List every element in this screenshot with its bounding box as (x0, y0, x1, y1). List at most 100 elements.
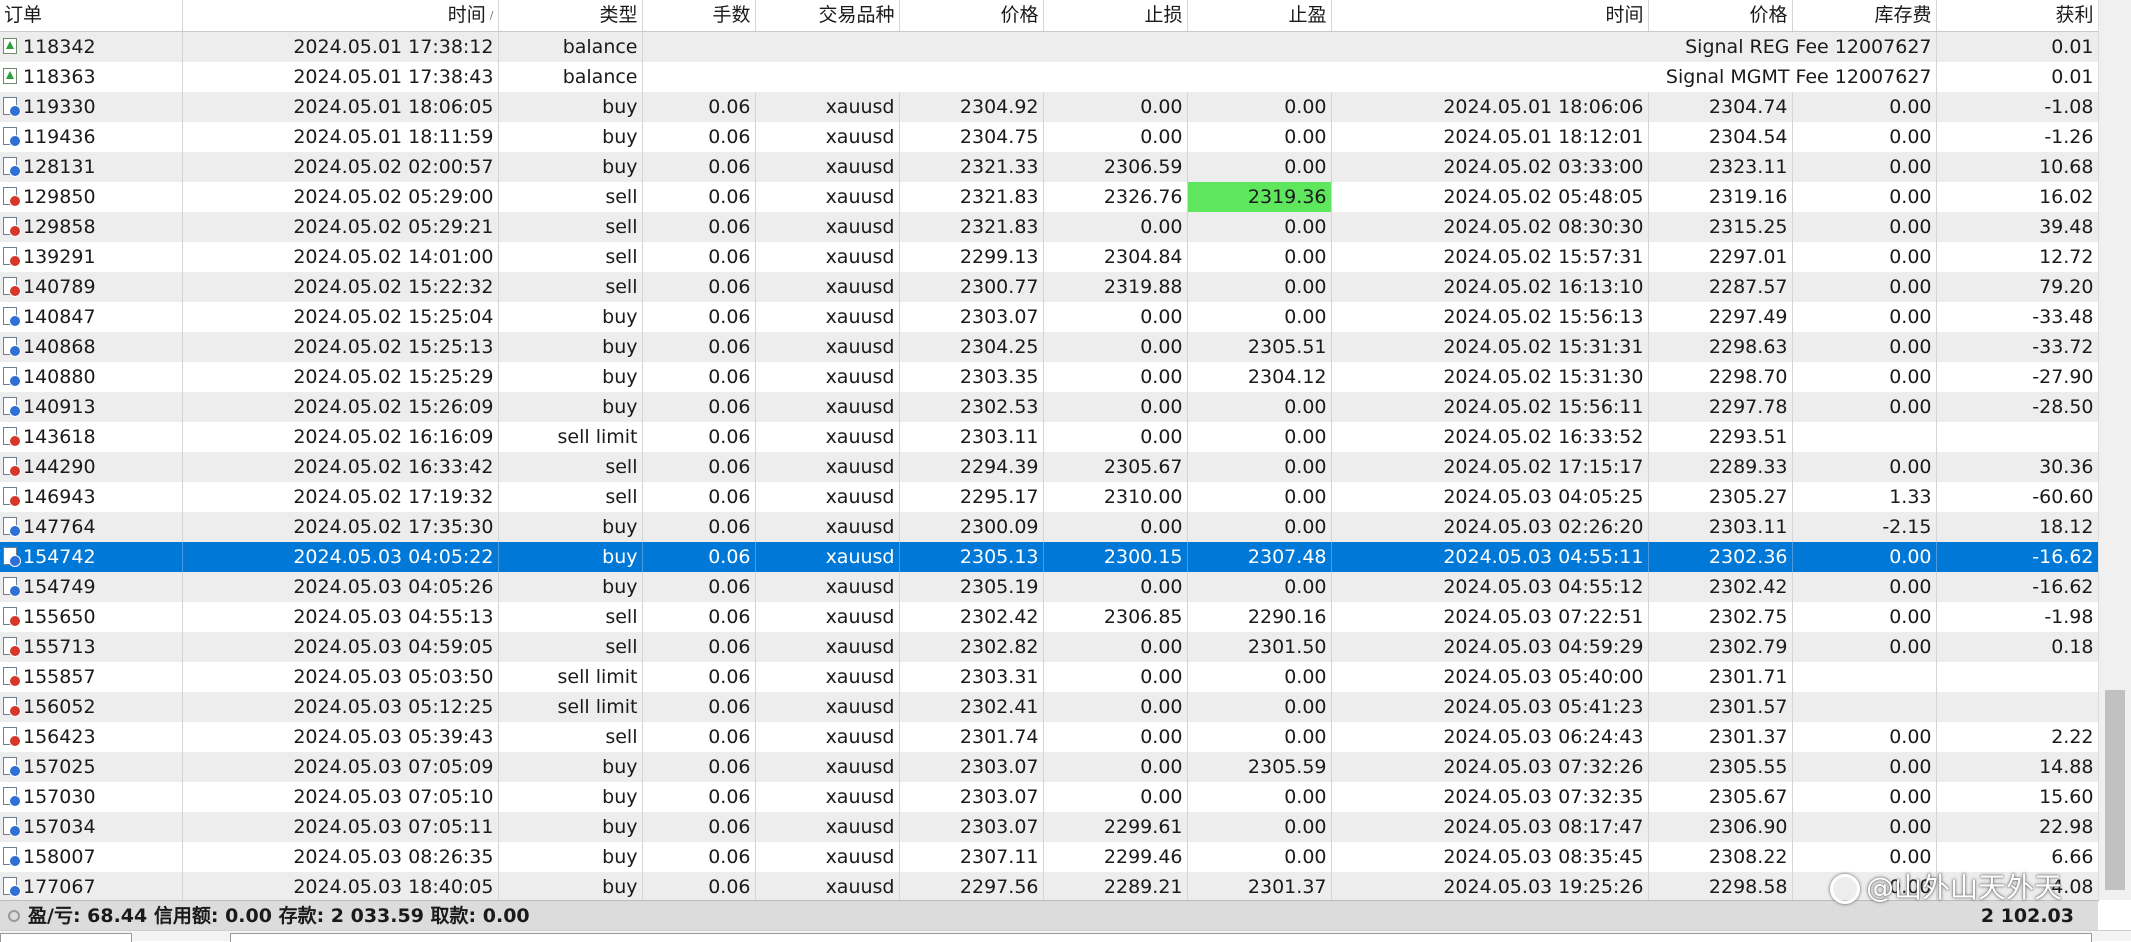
order-status-dot-icon (9, 675, 21, 687)
table-row[interactable]: 154742 2024.05.03 04:05:22 buy 0.06 xauusd 23… (0, 541, 2099, 572)
table-row[interactable]: 177067 2024.05.03 18:40:05 buy 0.06 xauusd 22… (0, 871, 2099, 902)
cell-sl: 0.00 (1043, 391, 1188, 422)
cell-swap: 0.00 (1792, 391, 1937, 422)
col-header-order[interactable]: 订单 (0, 0, 183, 32)
cell-close-time: 2024.05.02 08:30:30 (1331, 211, 1649, 242)
cell-close-time: 2024.05.02 15:31:31 (1331, 331, 1649, 362)
table-row[interactable]: 157030 2024.05.03 07:05:10 buy 0.06 xauusd 23… (0, 781, 2099, 812)
table-row[interactable]: 144290 2024.05.02 16:33:42 sell 0.06 xauusd 2… (0, 451, 2099, 482)
col-header-close-time[interactable]: 时间 (1331, 0, 1649, 32)
table-row[interactable]: 157025 2024.05.03 07:05:09 buy 0.06 xauusd 23… (0, 751, 2099, 782)
table-row[interactable]: 147764 2024.05.02 17:35:30 buy 0.06 xauusd 23… (0, 511, 2099, 542)
cell-sl: 0.00 (1043, 331, 1188, 362)
col-header-symbol[interactable]: 交易品种 (755, 0, 900, 32)
cell-close-price: 2302.42 (1648, 571, 1793, 602)
cell-tp: 0.00 (1187, 271, 1332, 302)
table-row[interactable]: 140868 2024.05.02 15:25:13 buy 0.06 xauusd 23… (0, 331, 2099, 362)
cell-type: buy (498, 301, 643, 332)
table-row[interactable]: 140880 2024.05.02 15:25:29 buy 0.06 xauusd 23… (0, 361, 2099, 392)
table-row[interactable]: 118342 2024.05.01 17:38:12 balance Signal R… (0, 31, 2099, 62)
table-row[interactable]: 140913 2024.05.02 15:26:09 buy 0.06 xauusd 23… (0, 391, 2099, 422)
col-header-sl[interactable]: 止损 (1043, 0, 1188, 32)
col-header-tp[interactable]: 止盈 (1187, 0, 1332, 32)
cell-sl: 2300.15 (1043, 541, 1188, 572)
table-row[interactable]: 157034 2024.05.03 07:05:11 buy 0.06 xauusd 23… (0, 811, 2099, 842)
vertical-scrollbar[interactable] (2098, 0, 2131, 900)
table-row[interactable]: 139291 2024.05.02 14:01:00 sell 0.06 xauusd 2… (0, 241, 2099, 272)
cell-price: 2305.19 (899, 571, 1044, 602)
cell-tp: 0.00 (1187, 511, 1332, 542)
cell-tp: 0.00 (1187, 91, 1332, 122)
bottom-tab-wide[interactable] (230, 933, 2092, 942)
col-header-profit[interactable]: 获利 (1936, 0, 2099, 32)
cell-close-time: 2024.05.02 05:48:05 (1331, 181, 1649, 212)
cell-close-time: 2024.05.03 05:41:23 (1331, 691, 1649, 722)
cell-tp: 0.00 (1187, 481, 1332, 512)
cell-type: sell (498, 451, 643, 482)
order-number: 157025 (23, 755, 96, 778)
cell-profit: 14.88 (1936, 751, 2099, 782)
cell-close-price: 2287.57 (1648, 271, 1793, 302)
table-row[interactable]: 118363 2024.05.01 17:38:43 balance Signal M… (0, 61, 2099, 92)
cell-volume: 0.06 (642, 271, 756, 302)
scrollbar-thumb[interactable] (2105, 690, 2125, 890)
col-header-close-price[interactable]: 价格 (1648, 0, 1793, 32)
table-row[interactable]: 146943 2024.05.02 17:19:32 sell 0.06 xauusd 2… (0, 481, 2099, 512)
cell-open-time: 2024.05.03 07:05:09 (182, 751, 499, 782)
col-header-price[interactable]: 价格 (899, 0, 1044, 32)
cell-tp: 0.00 (1187, 841, 1332, 872)
cell-profit: 15.60 (1936, 781, 2099, 812)
table-row[interactable]: 155650 2024.05.03 04:55:13 sell 0.06 xauusd 2… (0, 601, 2099, 632)
table-row[interactable]: 129850 2024.05.02 05:29:00 sell 0.06 xauusd 2… (0, 181, 2099, 212)
cell-type: balance (498, 31, 643, 62)
cell-open-time: 2024.05.02 15:26:09 (182, 391, 499, 422)
cell-open-time: 2024.05.02 16:16:09 (182, 421, 499, 452)
cell-sl: 0.00 (1043, 121, 1188, 152)
cell-price: 2301.74 (899, 721, 1044, 752)
table-row[interactable]: 143618 2024.05.02 16:16:09 sell limit 0.06 x… (0, 421, 2099, 452)
table-row[interactable]: 156423 2024.05.03 05:39:43 sell 0.06 xauusd 2… (0, 721, 2099, 752)
cell-symbol: xauusd (755, 421, 900, 452)
order-number: 140789 (23, 275, 96, 298)
cell-type: buy (498, 361, 643, 392)
order-status-dot-icon (9, 255, 21, 267)
table-row[interactable]: 128131 2024.05.02 02:00:57 buy 0.06 xauusd 23… (0, 151, 2099, 182)
cell-close-price: 2304.54 (1648, 121, 1793, 152)
order-number: 118342 (23, 35, 96, 58)
cell-sl: 0.00 (1043, 661, 1188, 692)
col-header-open-time[interactable]: 时间 / (182, 0, 499, 32)
cell-price: 2294.39 (899, 451, 1044, 482)
cell-close-price: 2306.90 (1648, 811, 1793, 842)
cell-type: sell limit (498, 691, 643, 722)
table-row[interactable]: 155713 2024.05.03 04:59:05 sell 0.06 xauusd 2… (0, 631, 2099, 662)
buy-order-icon (3, 547, 21, 567)
buy-order-icon (3, 577, 21, 597)
col-header-swap[interactable]: 库存费 (1792, 0, 1937, 32)
table-row[interactable]: 140789 2024.05.02 15:22:32 sell 0.06 xauusd 2… (0, 271, 2099, 302)
table-row[interactable]: 155857 2024.05.03 05:03:50 sell limit 0.06 x… (0, 661, 2099, 692)
cell-profit: -16.62 (1936, 541, 2099, 572)
order-number: 156423 (23, 725, 96, 748)
order-number: 128131 (23, 155, 96, 178)
cell-open-time: 2024.05.02 02:00:57 (182, 151, 499, 182)
cell-tp: 0.00 (1187, 421, 1332, 452)
cell-symbol: xauusd (755, 781, 900, 812)
col-header-volume[interactable]: 手数 (642, 0, 756, 32)
cell-order: 155713 (0, 631, 183, 662)
order-number: 118363 (23, 65, 96, 88)
cell-sl: 0.00 (1043, 721, 1188, 752)
table-row[interactable]: 129858 2024.05.02 05:29:21 sell 0.06 xauusd 2… (0, 211, 2099, 242)
bottom-tab[interactable] (0, 933, 132, 942)
cell-profit (1936, 421, 2099, 452)
buy-order-icon (3, 787, 21, 807)
order-status-dot-icon (9, 135, 21, 147)
table-row[interactable]: 119436 2024.05.01 18:11:59 buy 0.06 xauusd 23… (0, 121, 2099, 152)
table-row[interactable]: 154749 2024.05.03 04:05:26 buy 0.06 xauusd 23… (0, 571, 2099, 602)
table-row[interactable]: 156052 2024.05.03 05:12:25 sell limit 0.06 x… (0, 691, 2099, 722)
col-header-type[interactable]: 类型 (498, 0, 643, 32)
table-row[interactable]: 119330 2024.05.01 18:06:05 buy 0.06 xauusd 23… (0, 91, 2099, 122)
order-number: 129858 (23, 215, 96, 238)
table-row[interactable]: 158007 2024.05.03 08:26:35 buy 0.06 xauusd 23… (0, 841, 2099, 872)
cell-volume: 0.06 (642, 481, 756, 512)
table-row[interactable]: 140847 2024.05.02 15:25:04 buy 0.06 xauusd 23… (0, 301, 2099, 332)
